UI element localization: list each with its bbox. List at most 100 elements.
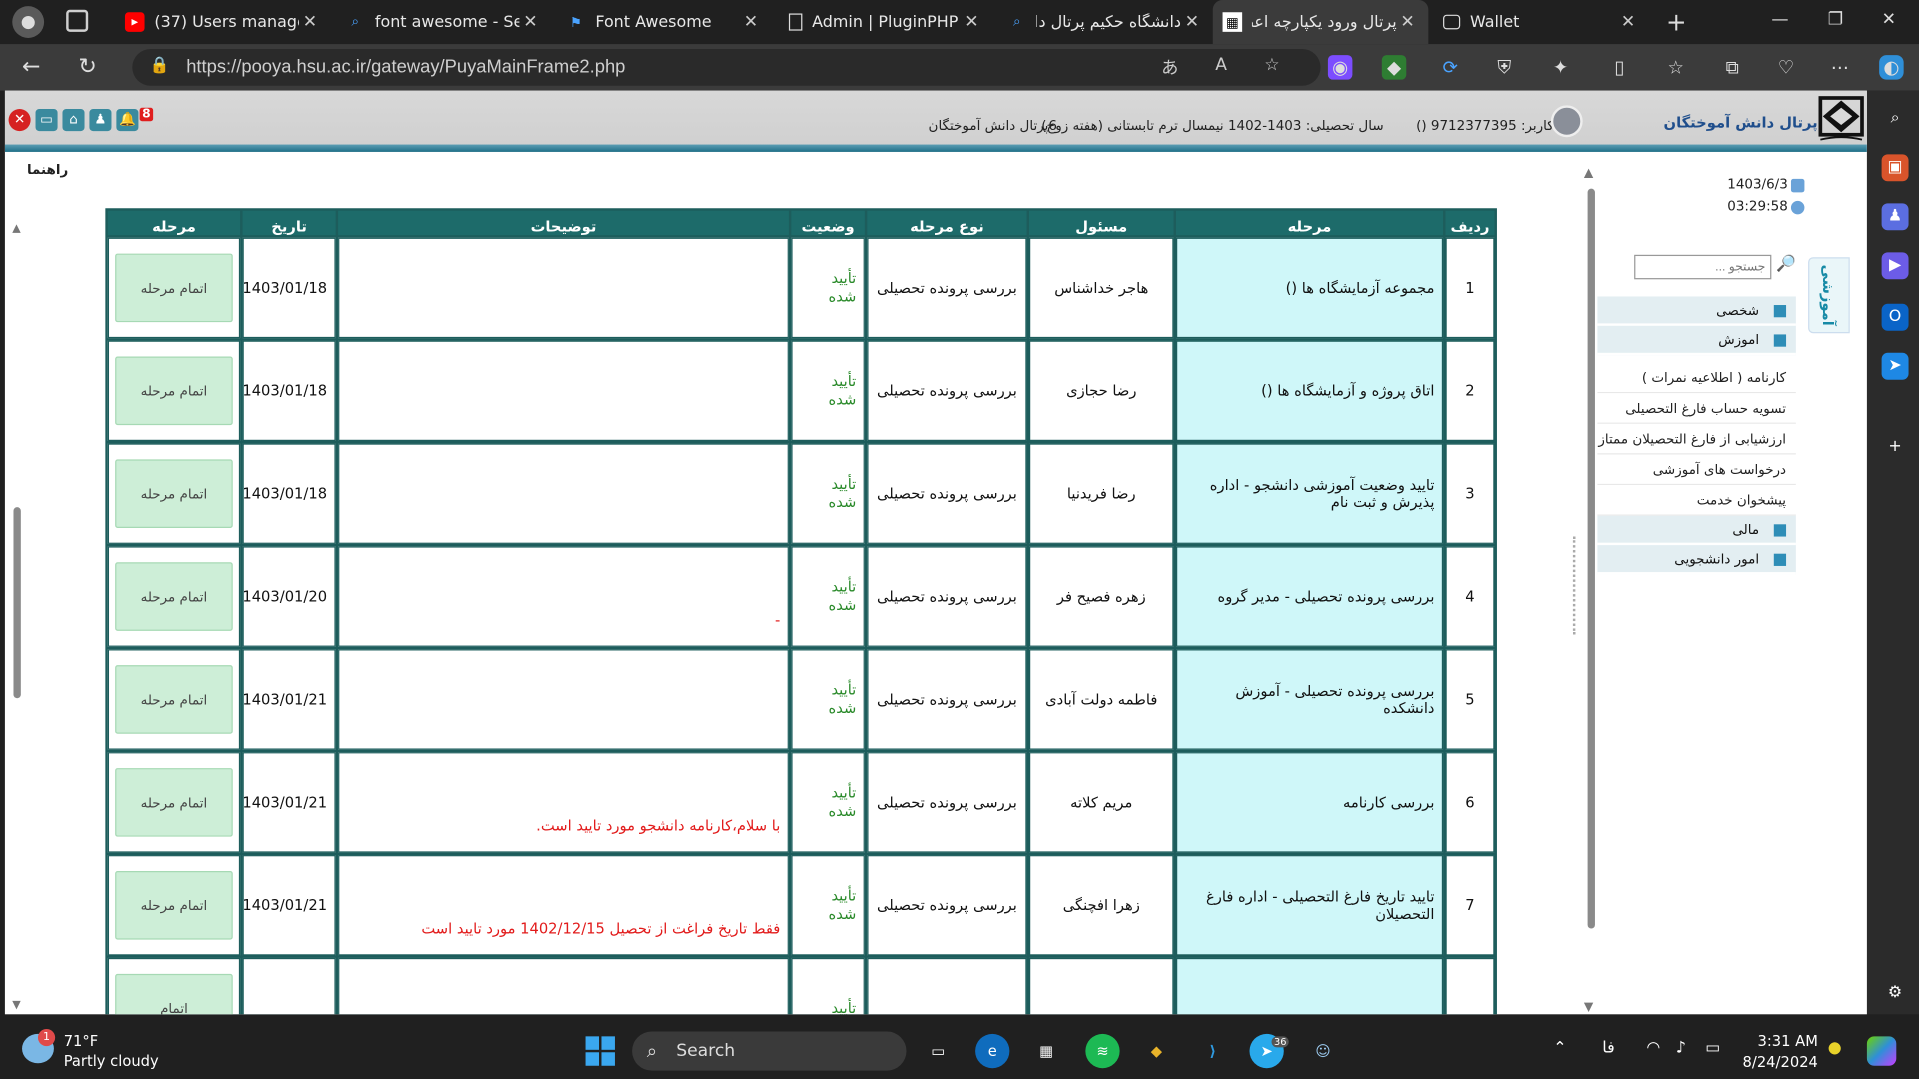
tab-search-font-awesome[interactable]: ⌕ font awesome - Searc ✕ xyxy=(336,0,552,44)
address-bar[interactable]: 🔒 https://pooya.hsu.ac.ir/gateway/PuyaMa… xyxy=(132,49,1321,86)
profile-icon[interactable]: ● xyxy=(12,6,45,38)
tab-education[interactable]: آموزشی xyxy=(1808,257,1850,334)
menu-item-education-requests[interactable]: درخواست های آموزشی xyxy=(1597,454,1796,486)
extension-color-icon[interactable]: ◆ xyxy=(1381,55,1407,80)
taskbar-search[interactable]: ⌕ Search xyxy=(632,1031,907,1071)
favorites-icon[interactable]: ☆ xyxy=(1664,55,1689,80)
refresh-button[interactable]: ↻ xyxy=(78,54,96,80)
col-header-row-number[interactable]: ردیف xyxy=(1445,210,1495,236)
add-sidebar-app-icon[interactable]: + xyxy=(1882,434,1909,461)
finish-stage-button[interactable]: اتمام xyxy=(115,973,233,1015)
telegram-icon[interactable]: ➤ xyxy=(1881,352,1909,380)
more-menu-icon[interactable]: ⋯ xyxy=(1828,55,1853,80)
scroll-down-icon[interactable]: ▼ xyxy=(1584,1001,1593,1014)
store-icon[interactable]: ▦ xyxy=(1029,1034,1063,1068)
notification-bell-icon[interactable]: 🔔 xyxy=(116,109,139,132)
finish-stage-button[interactable]: اتمام مرحله xyxy=(115,253,233,323)
minimize-button[interactable]: — xyxy=(1771,10,1788,30)
help-link[interactable]: راهنما xyxy=(27,162,68,178)
close-window-button[interactable]: ✕ xyxy=(1882,10,1896,30)
translate-icon[interactable]: あ xyxy=(1161,55,1178,80)
inbox-icon[interactable]: ▭ xyxy=(35,109,58,132)
menu-item-service-desk[interactable]: پیشخوان خدمت xyxy=(1597,485,1796,516)
scroll-up-icon[interactable]: ▲ xyxy=(12,223,20,235)
close-icon[interactable]: ✕ xyxy=(519,12,541,32)
menu-group-education[interactable]: اموزش xyxy=(1597,325,1796,356)
table-scrollbar[interactable]: ▲ ▼ xyxy=(10,218,22,1014)
browser-essentials-icon[interactable]: ♡ xyxy=(1774,55,1799,80)
scroll-thumb[interactable] xyxy=(13,507,21,699)
tab-wallet[interactable]: Wallet ✕ xyxy=(1433,0,1649,44)
edge-icon[interactable]: e xyxy=(975,1033,1010,1069)
workspaces-icon[interactable] xyxy=(66,9,89,32)
tab-pluginphp[interactable]: Admin | PluginPHP Ap ✕ xyxy=(777,0,993,44)
page-scrollbar[interactable]: ▲ ▼ xyxy=(1584,167,1599,1014)
copilot-taskbar-icon[interactable] xyxy=(1866,1036,1897,1066)
copilot-extension-icon[interactable]: ◉ xyxy=(1327,55,1353,80)
photos-icon[interactable]: ◆ xyxy=(1139,1034,1173,1068)
lock-icon[interactable]: 🔒 xyxy=(149,56,169,74)
favorite-star-icon[interactable]: ☆ xyxy=(1264,55,1279,75)
finish-stage-button[interactable]: اتمام مرحله xyxy=(115,459,233,528)
close-icon[interactable]: ✕ xyxy=(1181,12,1203,32)
games-icon[interactable]: ♟ xyxy=(1881,203,1909,231)
volume-icon[interactable]: ♪ xyxy=(1676,1039,1686,1057)
tab-font-awesome[interactable]: ⚑ Font Awesome ✕ xyxy=(556,0,772,44)
tab-hakim-portal-search[interactable]: ⌕ دانشگاه حکیم پرتال دانش ✕ xyxy=(997,0,1213,44)
copilot-app-icon[interactable]: ▶ xyxy=(1881,252,1909,280)
search-icon[interactable]: 🔎 xyxy=(1776,255,1796,273)
menu-item-top-graduates-evaluation[interactable]: ارزشیابی از فارغ التحصیلان ممتاز xyxy=(1597,423,1796,455)
col-header-stage[interactable]: مرحله xyxy=(1176,210,1444,236)
finish-stage-button[interactable]: اتمام مرحله xyxy=(115,768,233,837)
close-icon[interactable]: ✕ xyxy=(299,12,321,32)
logout-icon[interactable]: ✕ xyxy=(8,109,31,132)
extensions-icon[interactable]: ✦ xyxy=(1548,55,1573,80)
close-icon[interactable]: ✕ xyxy=(740,12,762,32)
finish-stage-button[interactable]: اتمام مرحله xyxy=(115,562,233,631)
search-icon[interactable]: ⌕ xyxy=(1882,105,1909,132)
vscode-icon[interactable]: ⟩ xyxy=(1196,1034,1230,1068)
shopping-icon[interactable]: ▣ xyxy=(1881,154,1909,182)
col-header-description[interactable]: توضیحات xyxy=(338,210,789,236)
system-clock[interactable]: 3:31 AM 8/24/2024 xyxy=(1740,1031,1818,1073)
outlook-icon[interactable]: O xyxy=(1881,303,1909,331)
scroll-thumb[interactable] xyxy=(1587,188,1595,929)
collections-icon[interactable]: ⧉ xyxy=(1720,55,1745,80)
tab-portal-active[interactable]: ▦ پرتال ورود یکپارچه اعض ✕ xyxy=(1212,0,1429,45)
menu-group-financial[interactable]: مالی xyxy=(1597,515,1796,546)
panel-resize-handle[interactable] xyxy=(1572,536,1578,635)
menu-item-transcript[interactable]: کارنامه ( اطلاعیه نمرات ) xyxy=(1597,362,1796,394)
read-aloud-icon[interactable]: A xyxy=(1215,55,1227,75)
task-view-icon[interactable]: ▭ xyxy=(921,1034,955,1068)
notifications-bell-icon[interactable]: ● xyxy=(1828,1039,1842,1057)
menu-group-student-affairs[interactable]: امور دانشجویی xyxy=(1597,545,1796,575)
menu-search-input[interactable] xyxy=(1634,254,1772,280)
battery-icon[interactable]: ▭ xyxy=(1705,1039,1720,1057)
start-button[interactable] xyxy=(585,1036,615,1066)
tab-youtube[interactable]: ▶ (37) Users manager pl ✕ xyxy=(115,0,331,44)
screen-capture-icon[interactable]: ⟳ xyxy=(1438,55,1463,80)
finish-stage-button[interactable]: اتمام مرحله xyxy=(115,870,233,940)
home-icon[interactable]: ⌂ xyxy=(62,109,85,132)
avatar[interactable] xyxy=(1550,105,1583,138)
shield-icon[interactable]: ⛨ xyxy=(1492,55,1517,80)
profile-user-icon[interactable]: ♟ xyxy=(89,109,112,132)
wifi-icon[interactable]: ◠ xyxy=(1646,1039,1660,1057)
col-header-action[interactable]: مرحله xyxy=(107,210,241,236)
scroll-up-icon[interactable]: ▲ xyxy=(1584,167,1593,180)
close-icon[interactable]: ✕ xyxy=(1617,12,1639,32)
menu-item-graduation-clearance[interactable]: تسویه حساب فارغ التحصیلی xyxy=(1597,393,1796,424)
back-button[interactable]: ← xyxy=(22,54,40,80)
menu-group-personal[interactable]: شخصی xyxy=(1597,296,1796,326)
tray-overflow-icon[interactable]: ⌃ xyxy=(1553,1039,1566,1057)
spotify-icon[interactable]: ≋ xyxy=(1085,1033,1120,1069)
close-icon[interactable]: ✕ xyxy=(1397,12,1419,32)
language-indicator[interactable]: فا xyxy=(1602,1039,1614,1057)
scroll-down-icon[interactable]: ▼ xyxy=(12,1000,20,1012)
settings-gear-icon[interactable]: ⚙ xyxy=(1882,980,1909,1007)
col-header-date[interactable]: تاریخ xyxy=(242,210,336,236)
split-screen-icon[interactable]: ▯ xyxy=(1607,55,1632,80)
col-header-stage-type[interactable]: نوع مرحله xyxy=(867,210,1027,236)
finish-stage-button[interactable]: اتمام مرحله xyxy=(115,665,233,734)
maximize-button[interactable]: ❐ xyxy=(1828,10,1843,30)
